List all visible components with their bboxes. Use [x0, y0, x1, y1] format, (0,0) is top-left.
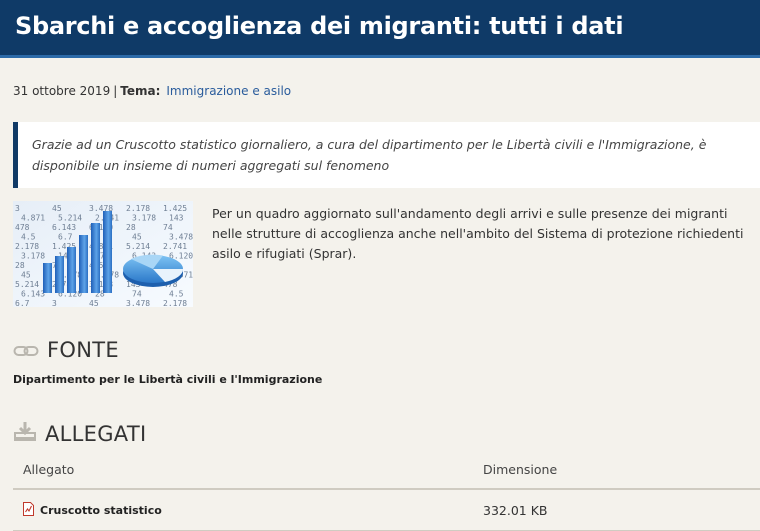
thumbnail-number: 5.214 [58, 214, 82, 223]
allegati-heading: ALLEGATI [13, 420, 146, 447]
tema-link[interactable]: Immigrazione e asilo [166, 84, 291, 98]
thumbnail-number: 2.178 [126, 204, 150, 213]
column-header-size: Dimensione [483, 462, 558, 477]
thumbnail-number: 1.425 [163, 204, 187, 213]
article-meta: 31 ottobre 2019 | Tema: Immigrazione e asil… [13, 84, 291, 98]
attachment-name: Cruscotto statistico [40, 504, 162, 517]
summary-quote: Grazie ad un Cruscotto statistico giorna… [13, 122, 760, 188]
thumbnail-number: 4.871 [21, 214, 45, 223]
thumbnail-number: 3 [52, 299, 57, 307]
thumbnail-number: 2.178 [163, 299, 187, 307]
fonte-title: FONTE [47, 338, 119, 362]
intro-paragraph: Per un quadro aggiornato sull'andamento … [212, 206, 744, 261]
thumbnail-number: 45 [89, 299, 99, 307]
thumbnail-number: 143 [169, 214, 184, 223]
thumbnail-number: 2.178 [15, 242, 39, 251]
thumbnail-number: 74 [132, 290, 142, 299]
thumbnail-number: 3 [15, 204, 20, 213]
thumbnail-number: 6.143 [21, 290, 45, 299]
table-row: Cruscotto statistico 332.01 KB [13, 490, 760, 531]
thumbnail-number: 74 [163, 223, 173, 232]
thumbnail-number: 478 [15, 223, 30, 232]
attachments-table: Allegato Dimensione Cruscotto statistico… [13, 452, 760, 531]
thumbnail-number: 6.7 [15, 299, 30, 307]
thumbnail-number: 3.178 [21, 252, 45, 261]
column-header-file: Allegato [23, 462, 75, 477]
thumbnail-number: 3.478 [169, 233, 193, 242]
thumbnail-number: 3.178 [132, 214, 156, 223]
page-title: Sbarchi e accoglienza dei migranti: tutt… [15, 12, 624, 40]
thumbnail-number: 45 [21, 271, 31, 280]
allegati-title: ALLEGATI [45, 421, 147, 446]
attachment-size: 332.01 KB [483, 503, 548, 518]
attachment-link[interactable]: Cruscotto statistico [23, 502, 162, 519]
thumbnail-number: 5.214 [126, 242, 150, 251]
thumbnail-number: 2.741 [163, 242, 187, 251]
thumbnail-number: 5.214 [15, 280, 39, 289]
meta-separator: | [113, 84, 118, 98]
thumbnail-number: 28 [126, 223, 136, 232]
tema-label: Tema: [120, 84, 161, 98]
thumbnail-number: 6.143 [52, 223, 76, 232]
download-icon [13, 420, 37, 447]
fonte-text: Dipartimento per le Libertà civili e l'I… [13, 373, 323, 386]
pdf-icon [23, 502, 34, 519]
thumbnail-number: 3.478 [126, 299, 150, 307]
thumbnail-number: 45 [132, 233, 142, 242]
link-icon [13, 338, 39, 362]
table-header-row: Allegato Dimensione [13, 452, 760, 490]
publish-date: 31 ottobre 2019 [13, 84, 111, 98]
fonte-heading: FONTE [13, 338, 119, 362]
article-thumbnail: 3 45 3.478 2.178 1.425 4.871 5.214 2.741 3.178 14… [13, 201, 193, 307]
page-header: Sbarchi e accoglienza dei migranti: tutt… [0, 0, 760, 58]
thumbnail-number: 6.7 [58, 233, 73, 242]
thumbnail-number: 45 [52, 204, 62, 213]
thumbnail-number: 4.5 [21, 233, 36, 242]
statistics-chart-image: 3 45 3.478 2.178 1.425 4.871 5.214 2.741 3.178 14… [13, 201, 193, 307]
thumbnail-number: 28 [15, 261, 25, 270]
thumbnail-number: 4.5 [169, 290, 184, 299]
